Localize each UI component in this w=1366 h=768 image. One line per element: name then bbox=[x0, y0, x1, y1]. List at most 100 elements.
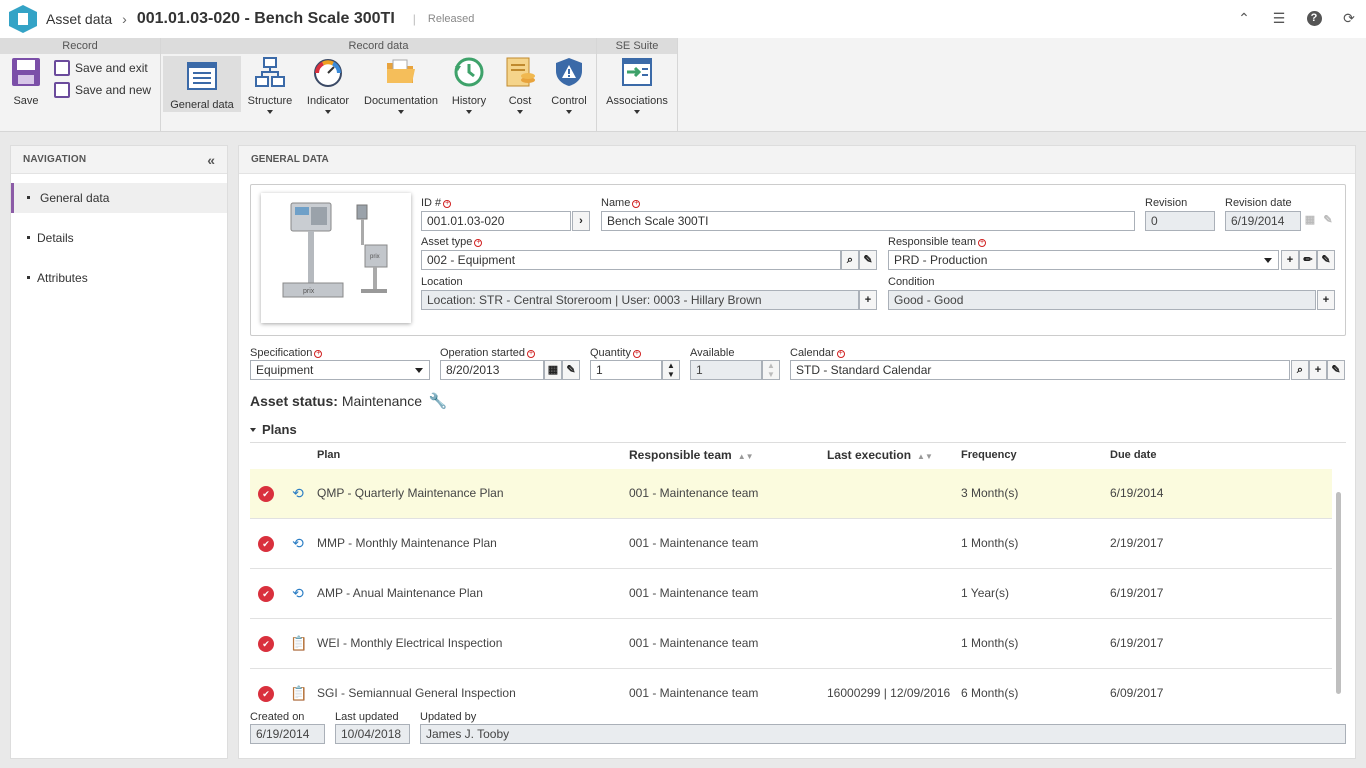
general-data-button[interactable]: General data bbox=[163, 56, 241, 112]
edit-icon[interactable]: ✏ bbox=[1299, 250, 1317, 270]
asset-type-field[interactable]: 002 - Equipment bbox=[421, 250, 841, 270]
condition-field: Good - Good bbox=[888, 290, 1316, 310]
calendar-icon: ▦ bbox=[1304, 214, 1316, 226]
refresh-icon[interactable]: ⟳ bbox=[1340, 9, 1358, 27]
remove-icon[interactable]: ✔ bbox=[258, 586, 274, 602]
asset-app-icon bbox=[9, 5, 37, 33]
created-on-label: Created on bbox=[250, 711, 305, 723]
col-responsible-team[interactable]: Responsible team ▲▼ bbox=[629, 448, 754, 462]
collapse-left-icon[interactable]: « bbox=[207, 152, 215, 168]
nav-item-details[interactable]: Details bbox=[11, 223, 227, 253]
nav-item-attributes[interactable]: Attributes bbox=[11, 263, 227, 293]
associations-icon bbox=[622, 58, 652, 86]
chevron-down-icon bbox=[634, 110, 640, 114]
ribbon-group-title: Record data bbox=[161, 38, 596, 54]
structure-button[interactable]: Structure bbox=[247, 56, 293, 114]
last-updated-label: Last updated bbox=[335, 711, 399, 723]
chevron-down-icon bbox=[517, 110, 523, 114]
table-row[interactable]: ✔ ⟲ MMP - Monthly Maintenance Plan 001 -… bbox=[250, 519, 1332, 569]
collapse-up-icon[interactable]: ⌃ bbox=[1235, 9, 1253, 27]
remove-icon[interactable]: ✔ bbox=[258, 486, 274, 502]
search-icon[interactable]: ⌕ bbox=[1291, 360, 1309, 380]
clear-icon[interactable]: ✎ bbox=[1317, 250, 1335, 270]
structure-icon bbox=[255, 57, 285, 87]
save-new-icon bbox=[54, 82, 70, 98]
col-frequency[interactable]: Frequency bbox=[961, 449, 1017, 461]
page-title: 001.01.03-020 - Bench Scale 300TI bbox=[136, 10, 395, 27]
table-row[interactable]: ✔ ⟲ QMP - Quarterly Maintenance Plan 001… bbox=[250, 469, 1332, 519]
nav-title: NAVIGATION bbox=[11, 146, 227, 174]
search-icon[interactable]: ⌕ bbox=[841, 250, 859, 270]
add-icon[interactable]: + bbox=[859, 290, 877, 310]
remove-icon[interactable]: ✔ bbox=[258, 686, 274, 702]
divider bbox=[250, 442, 1346, 443]
add-icon[interactable]: + bbox=[1281, 250, 1299, 270]
clear-icon[interactable]: ✎ bbox=[1327, 360, 1345, 380]
chevron-down-icon bbox=[466, 110, 472, 114]
calendar-icon[interactable]: ▦ bbox=[544, 360, 562, 380]
asset-photo[interactable]: prix prix bbox=[261, 193, 411, 323]
ribbon-toolbar: Record Save Save and exit Save and new R… bbox=[0, 38, 1366, 132]
chevron-down-icon bbox=[398, 110, 404, 114]
save-button[interactable]: Save bbox=[8, 56, 44, 107]
indicator-button[interactable]: Indicator bbox=[305, 56, 351, 114]
save-and-exit-button[interactable]: Save and exit bbox=[54, 60, 148, 76]
revision-date-label: Revision date bbox=[1225, 197, 1292, 209]
specification-select[interactable]: Equipment bbox=[250, 360, 430, 380]
control-button[interactable]: Control bbox=[549, 56, 589, 114]
list-icon[interactable]: ☰ bbox=[1270, 9, 1288, 27]
responsible-team-select[interactable]: PRD - Production bbox=[888, 250, 1279, 270]
location-label: Location bbox=[421, 276, 463, 288]
nav-item-general-data[interactable]: General data bbox=[11, 183, 227, 213]
save-and-new-button[interactable]: Save and new bbox=[54, 82, 151, 98]
plans-section-toggle[interactable]: Plans bbox=[250, 422, 297, 437]
asset-type-label: Asset type + bbox=[421, 236, 483, 248]
ribbon-group-record-data: Record data General data Structure Indic… bbox=[161, 38, 597, 132]
remove-icon[interactable]: ✔ bbox=[258, 636, 274, 652]
location-field: Location: STR - Central Storeroom | User… bbox=[421, 290, 859, 310]
form-icon bbox=[187, 62, 217, 90]
asset-card: prix prix ID # + 001.01.03-020 › Name + Be… bbox=[250, 184, 1346, 336]
help-icon[interactable]: ? bbox=[1305, 9, 1323, 27]
stepper-arrows-icon[interactable]: ▲ ▼ bbox=[662, 360, 680, 380]
clear-icon[interactable]: ✎ bbox=[859, 250, 877, 270]
operation-started-field[interactable]: 8/20/2013 bbox=[440, 360, 544, 380]
quantity-stepper[interactable]: 1 bbox=[590, 360, 662, 380]
svg-text:prix: prix bbox=[370, 254, 380, 260]
clear-icon[interactable]: ✎ bbox=[562, 360, 580, 380]
required-icon: + bbox=[978, 239, 987, 247]
table-row[interactable]: ✔ 📋 SGI - Semiannual General Inspection … bbox=[250, 669, 1332, 719]
ribbon-group-record: Record Save Save and exit Save and new bbox=[0, 38, 161, 132]
chevron-right-button[interactable]: › bbox=[572, 211, 590, 231]
name-field[interactable]: Bench Scale 300TI bbox=[601, 211, 1135, 231]
revision-label: Revision bbox=[1145, 197, 1188, 209]
scrollbar-thumb[interactable] bbox=[1336, 492, 1341, 694]
breadcrumb-app[interactable]: Asset data bbox=[46, 11, 112, 27]
chevron-down-icon bbox=[250, 428, 256, 432]
inspection-plan-icon: 📋 bbox=[290, 685, 308, 701]
ribbon-group-se-suite: SE Suite Associations bbox=[597, 38, 678, 132]
name-label: Name + bbox=[601, 197, 641, 209]
maintenance-plan-icon: ⟲ bbox=[292, 485, 304, 501]
associations-button[interactable]: Associations bbox=[605, 56, 669, 114]
chevron-down-icon bbox=[566, 110, 572, 114]
remove-icon[interactable]: ✔ bbox=[258, 536, 274, 552]
col-plan[interactable]: Plan bbox=[317, 449, 340, 461]
col-due-date[interactable]: Due date bbox=[1110, 449, 1156, 461]
chevron-down-icon bbox=[267, 110, 273, 114]
created-on-field: 6/19/2014 bbox=[250, 724, 325, 744]
id-field[interactable]: 001.01.03-020 bbox=[421, 211, 571, 231]
condition-label: Condition bbox=[888, 276, 935, 288]
gauge-icon bbox=[314, 59, 342, 87]
table-row[interactable]: ✔ ⟲ AMP - Anual Maintenance Plan 001 - M… bbox=[250, 569, 1332, 619]
history-button[interactable]: History bbox=[447, 56, 491, 114]
add-icon[interactable]: + bbox=[1309, 360, 1327, 380]
calendar-field[interactable]: STD - Standard Calendar bbox=[790, 360, 1290, 380]
revision-date-field: 6/19/2014 bbox=[1225, 211, 1301, 231]
table-row[interactable]: ✔ 📋 WEI - Monthly Electrical Inspection … bbox=[250, 619, 1332, 669]
add-icon[interactable]: + bbox=[1317, 290, 1335, 310]
documentation-button[interactable]: Documentation bbox=[363, 56, 439, 114]
col-last-execution[interactable]: Last execution ▲▼ bbox=[827, 448, 933, 462]
cost-button[interactable]: Cost bbox=[503, 56, 537, 114]
section-title: GENERAL DATA bbox=[239, 146, 1355, 174]
